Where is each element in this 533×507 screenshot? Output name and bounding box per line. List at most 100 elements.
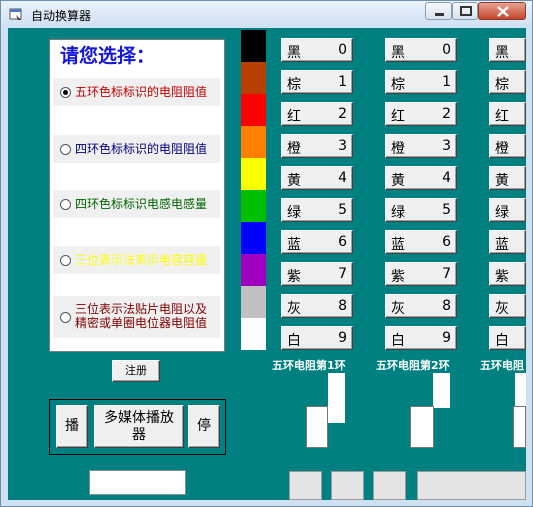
band1-button[interactable]: 橙3	[281, 134, 353, 158]
band-digit-label: 7	[442, 266, 451, 282]
band-digit-label: 2	[442, 106, 451, 122]
band-digit-label: 5	[442, 202, 451, 218]
band-color-label: 红	[495, 109, 509, 125]
option-four-band-resistor[interactable]: 四环色标标识的电阻阻值	[53, 135, 220, 163]
window-title: 自动换算器	[31, 9, 92, 23]
app-window: 自动换算器 请您选择： 五环色标标识的电阻阻值 四环色标标识的电阻阻值 四环色标…	[0, 0, 533, 507]
band3-button[interactable]: 紫	[489, 262, 526, 286]
band2-button[interactable]: 绿5	[385, 198, 457, 222]
band3-button[interactable]: 橙	[489, 134, 526, 158]
band3-button[interactable]: 蓝	[489, 230, 526, 254]
band-indicator-1	[328, 373, 345, 423]
band2-button[interactable]: 棕1	[385, 70, 457, 94]
band-color-label: 橙	[391, 141, 405, 157]
choice-panel: 请您选择： 五环色标标识的电阻阻值 四环色标标识的电阻阻值 四环色标标识电感电感…	[49, 39, 225, 352]
close-button[interactable]	[478, 2, 526, 20]
band-color-label: 蓝	[391, 237, 405, 253]
multimedia-player-button[interactable]: 多媒体播放 器	[94, 405, 184, 448]
band-color-label: 红	[391, 109, 405, 125]
play-button[interactable]: 播	[56, 405, 88, 448]
radio-four-band-resistor[interactable]	[60, 144, 71, 155]
radio-four-band-inductor[interactable]	[60, 199, 71, 210]
band-color-label: 棕	[287, 77, 301, 93]
band2-button[interactable]: 红2	[385, 102, 457, 126]
band-value-box-2[interactable]	[410, 406, 434, 448]
color-swatch-5	[241, 190, 266, 222]
option-label: 四环色标标识的电阻阻值	[75, 142, 208, 156]
minimize-button[interactable]	[425, 2, 452, 20]
color-swatch-3	[241, 126, 266, 158]
band2-button[interactable]: 橙3	[385, 134, 457, 158]
band1-button[interactable]: 灰8	[281, 294, 353, 318]
band-color-label: 棕	[495, 77, 509, 93]
band2-button[interactable]: 黑0	[385, 38, 457, 62]
band-digit-label: 0	[442, 42, 451, 58]
band2-button[interactable]: 紫7	[385, 262, 457, 286]
band-digit-label: 2	[338, 106, 347, 122]
option-four-band-inductor[interactable]: 四环色标标识电感电感量	[53, 190, 220, 218]
band-digit-label: 8	[442, 298, 451, 314]
band3-button[interactable]: 黑	[489, 38, 526, 62]
radio-smd-resistor[interactable]	[60, 312, 71, 323]
band1-button[interactable]: 黄4	[281, 166, 353, 190]
band3-button[interactable]: 棕	[489, 70, 526, 94]
band-color-label: 蓝	[495, 237, 509, 253]
band2-button[interactable]: 黄4	[385, 166, 457, 190]
band1-button[interactable]: 蓝6	[281, 230, 353, 254]
band-indicator-3	[515, 373, 526, 408]
band2-button[interactable]: 蓝6	[385, 230, 457, 254]
band3-button[interactable]: 绿	[489, 198, 526, 222]
band2-button[interactable]: 灰8	[385, 294, 457, 318]
option-five-band-resistor[interactable]: 五环色标标识的电阻阻值	[53, 78, 220, 106]
band-color-label: 白	[391, 333, 405, 349]
band-color-label: 黄	[391, 173, 405, 189]
band-value-box-1[interactable]	[306, 406, 328, 448]
band1-button[interactable]: 绿5	[281, 198, 353, 222]
close-icon	[497, 6, 509, 17]
choice-title: 请您选择：	[60, 45, 156, 67]
color-swatch-2	[241, 94, 266, 126]
band-color-label: 绿	[495, 205, 509, 221]
color-swatch-7	[241, 254, 266, 286]
status-box-4	[417, 471, 526, 500]
maximize-button[interactable]	[452, 2, 478, 20]
band-color-label: 黄	[287, 173, 301, 189]
band1-button[interactable]: 棕1	[281, 70, 353, 94]
band3-button[interactable]: 黄	[489, 166, 526, 190]
band-value-box-3[interactable]	[513, 406, 526, 448]
band-color-label: 橙	[287, 141, 301, 157]
band1-button[interactable]: 红2	[281, 102, 353, 126]
band1-button[interactable]: 白9	[281, 326, 353, 350]
band3-button[interactable]: 白	[489, 326, 526, 350]
status-box-3	[373, 471, 406, 500]
band-color-label: 黑	[495, 45, 509, 61]
band-digit-label: 6	[338, 234, 347, 250]
minimize-icon	[435, 13, 444, 16]
color-swatch-4	[241, 158, 266, 190]
band2-button[interactable]: 白9	[385, 326, 457, 350]
band-color-label: 灰	[287, 301, 301, 317]
option-label-line1: 三位表示法贴片电阻以及	[75, 302, 208, 316]
multimedia-label-line1: 多媒体播放	[104, 410, 174, 426]
option-smd-resistor[interactable]: 三位表示法贴片电阻以及 精密或单圈电位器电阻值	[53, 296, 220, 338]
band3-button[interactable]: 红	[489, 102, 526, 126]
band-color-label: 蓝	[287, 237, 301, 253]
radio-capacitor-code[interactable]	[60, 255, 71, 266]
band1-button[interactable]: 黑0	[281, 38, 353, 62]
result-input[interactable]	[89, 470, 186, 495]
band-color-label: 红	[287, 109, 301, 125]
radio-five-band-resistor[interactable]	[60, 87, 71, 98]
option-capacitor-code[interactable]: 三位表示法表示电容容量	[53, 246, 220, 274]
band3-button[interactable]: 灰	[489, 294, 526, 318]
app-icon	[9, 8, 22, 20]
band-color-label: 绿	[391, 205, 405, 221]
maximize-icon	[460, 6, 472, 16]
band-digit-label: 4	[442, 170, 451, 186]
option-label-line2: 精密或单圈电位器电阻值	[75, 316, 208, 330]
band-color-label: 白	[495, 333, 509, 349]
band-color-label: 灰	[495, 301, 509, 317]
band1-button[interactable]: 紫7	[281, 262, 353, 286]
register-button[interactable]: 注册	[112, 360, 160, 382]
status-box-1	[289, 471, 322, 500]
stop-button[interactable]: 停	[188, 405, 220, 448]
